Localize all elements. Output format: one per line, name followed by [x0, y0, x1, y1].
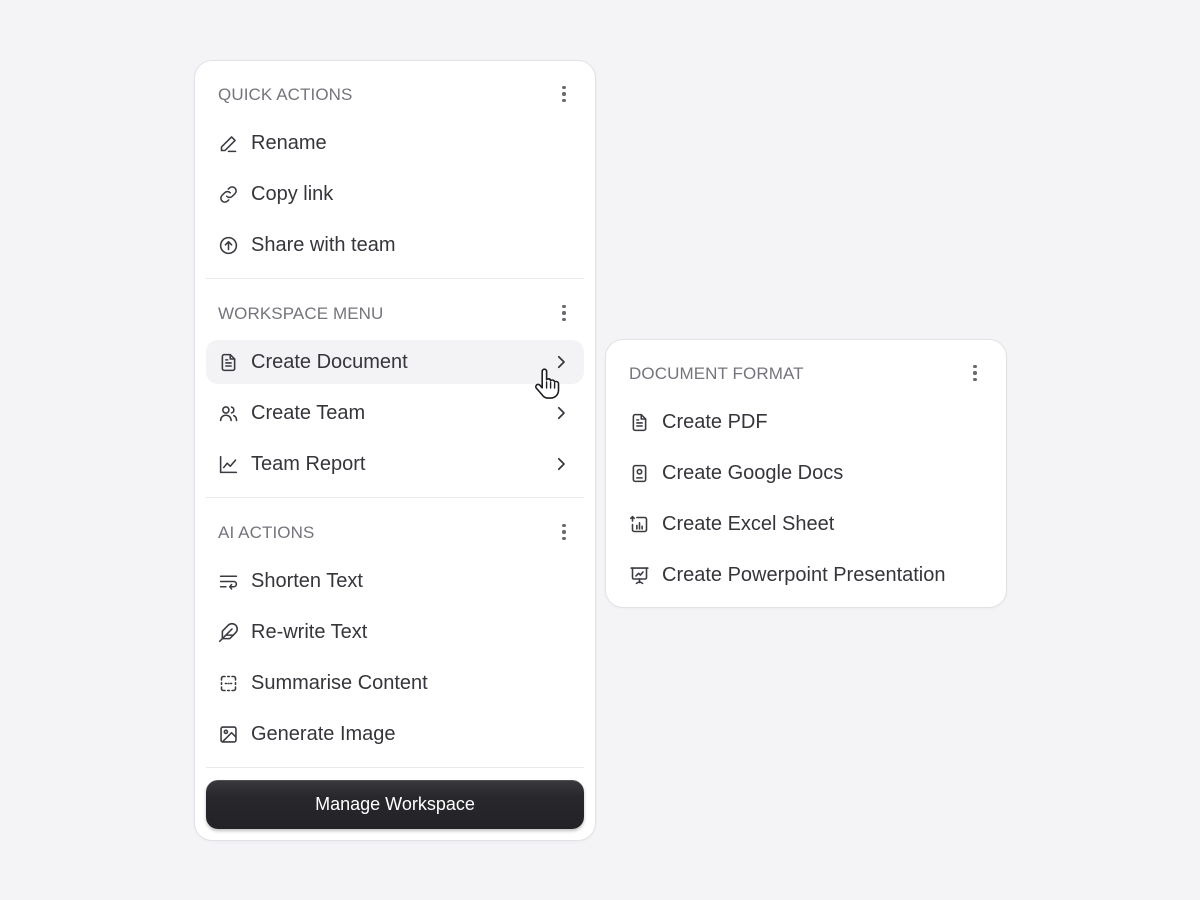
menu-item-create-document[interactable]: Create Document — [206, 340, 584, 384]
chevron-right-icon — [552, 455, 570, 473]
presentation-icon — [628, 564, 650, 586]
feather-icon — [217, 621, 239, 643]
wrap-text-icon — [217, 570, 239, 592]
menu-item-label: Create Powerpoint Presentation — [662, 564, 946, 586]
menu-item-label: Copy link — [251, 183, 334, 205]
menu-item-label: Share with team — [251, 234, 396, 256]
main-context-menu: QUICK ACTIONS Rename Copy link Share wit… — [194, 60, 596, 841]
menu-item-label: Team Report — [251, 453, 366, 475]
menu-item-label: Summarise Content — [251, 672, 428, 694]
menu-item-rewrite-text[interactable]: Re-write Text — [206, 610, 584, 654]
menu-item-shorten-text[interactable]: Shorten Text — [206, 559, 584, 603]
menu-item-label: Create PDF — [662, 411, 768, 433]
document-format-header: DOCUMENT FORMAT — [606, 360, 1006, 386]
section-title: DOCUMENT FORMAT — [629, 364, 804, 383]
link-icon — [217, 183, 239, 205]
menu-item-rename[interactable]: Rename — [206, 121, 584, 165]
menu-item-create-google-docs[interactable]: Create Google Docs — [617, 451, 995, 495]
menu-item-create-pdf[interactable]: Create PDF — [617, 400, 995, 444]
menu-item-create-powerpoint[interactable]: Create Powerpoint Presentation — [617, 553, 995, 597]
chevron-right-icon — [552, 404, 570, 422]
ai-actions-header: AI ACTIONS — [195, 519, 595, 545]
sheet-chart-icon — [628, 513, 650, 535]
menu-item-label: Create Team — [251, 402, 366, 424]
chevron-right-icon — [552, 353, 570, 371]
users-icon — [217, 402, 239, 424]
menu-item-share-with-team[interactable]: Share with team — [206, 223, 584, 267]
menu-item-label: Create Excel Sheet — [662, 513, 835, 535]
menu-item-label: Create Google Docs — [662, 462, 844, 484]
menu-item-create-excel-sheet[interactable]: Create Excel Sheet — [617, 502, 995, 546]
file-text-icon — [628, 411, 650, 433]
more-options-icon[interactable] — [553, 83, 575, 105]
line-chart-icon — [217, 453, 239, 475]
menu-item-team-report[interactable]: Team Report — [206, 442, 584, 486]
divider — [206, 497, 584, 498]
document-icon — [217, 351, 239, 373]
quick-actions-header: QUICK ACTIONS — [195, 81, 595, 107]
more-options-icon[interactable] — [553, 302, 575, 324]
more-options-icon[interactable] — [964, 362, 986, 384]
menu-item-label: Create Document — [251, 351, 408, 373]
image-icon — [217, 723, 239, 745]
manage-workspace-button[interactable]: Manage Workspace — [206, 780, 584, 829]
menu-item-copy-link[interactable]: Copy link — [206, 172, 584, 216]
section-title: WORKSPACE MENU — [218, 304, 384, 323]
more-options-icon[interactable] — [553, 521, 575, 543]
menu-item-generate-image[interactable]: Generate Image — [206, 712, 584, 756]
menu-item-label: Re-write Text — [251, 621, 368, 643]
document-format-submenu: DOCUMENT FORMAT Create PDF Create Google… — [605, 339, 1007, 608]
workspace-menu-header: WORKSPACE MENU — [195, 300, 595, 326]
menu-item-label: Rename — [251, 132, 327, 154]
menu-item-label: Shorten Text — [251, 570, 363, 592]
section-title: QUICK ACTIONS — [218, 85, 353, 104]
menu-item-label: Generate Image — [251, 723, 396, 745]
upload-circle-icon — [217, 234, 239, 256]
section-title: AI ACTIONS — [218, 523, 315, 542]
file-badge-icon — [628, 462, 650, 484]
dashed-frame-icon — [217, 672, 239, 694]
menu-item-create-team[interactable]: Create Team — [206, 391, 584, 435]
divider — [206, 767, 584, 768]
menu-item-summarise-content[interactable]: Summarise Content — [206, 661, 584, 705]
pencil-icon — [217, 132, 239, 154]
divider — [206, 278, 584, 279]
